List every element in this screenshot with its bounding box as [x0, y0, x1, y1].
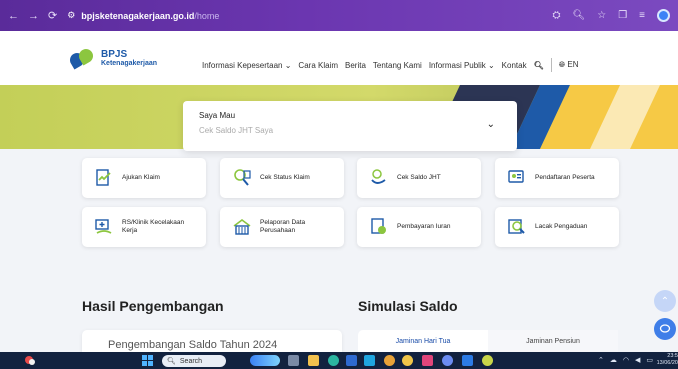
profile-avatar[interactable] — [657, 9, 670, 22]
service-label: Pembayaran Iuran — [397, 223, 451, 230]
service-label: Pelaporan Data Perusahaan — [260, 219, 306, 234]
service-rs-klinik[interactable]: RS/Klinik Kecelakaan Kerja — [82, 207, 206, 247]
menu-cara-klaim[interactable]: Cara Klaim — [298, 61, 338, 70]
menu-kontak[interactable]: Kontak — [502, 61, 527, 70]
service-label: Lacak Pengaduan — [535, 223, 588, 230]
claim-form-icon — [96, 169, 111, 186]
menu-tentang-kami[interactable]: Tentang Kami — [373, 61, 422, 70]
saya-mau-value: Cek Saldo JHT Saya — [199, 126, 274, 135]
app-icon-blue[interactable] — [442, 355, 453, 366]
taskbar-clock[interactable]: 23:5 13/06/20 — [650, 353, 678, 367]
clock-date: 13/06/20 — [656, 360, 678, 366]
app-icon-lime[interactable] — [482, 355, 493, 366]
service-pelaporan-data[interactable]: Pelaporan Data Perusahaan — [220, 207, 344, 247]
address-bar[interactable]: ⚙ bpjsketenagakerjaan.go.id/home — [67, 10, 219, 21]
track-complaint-icon — [508, 219, 525, 234]
building-icon — [233, 219, 251, 235]
development-heading: Hasil Pengembangan — [82, 298, 224, 314]
site-header: BPJS Ketenagakerjaan Informasi Kepeserta… — [0, 31, 678, 85]
service-label: Cek Saldo JHT — [397, 174, 441, 181]
extensions-icon[interactable]: ❒ — [618, 10, 627, 21]
file-explorer-icon[interactable] — [308, 355, 319, 366]
volume-icon[interactable]: ◀ — [635, 356, 640, 364]
app-icon-pink[interactable] — [422, 355, 433, 366]
reading-list-icon[interactable]: ≡ — [639, 10, 645, 21]
wifi-icon[interactable]: ◠ — [623, 356, 629, 364]
service-pembayaran-iuran[interactable]: Pembayaran Iuran — [357, 207, 481, 247]
service-pendaftaran-peserta[interactable]: Pendaftaran Peserta — [495, 158, 619, 198]
search-icon: 🔍︎ — [167, 358, 176, 365]
simulation-tabs: Jaminan Hari Tua Jaminan Pensiun — [358, 330, 618, 352]
saya-mau-dropdown[interactable]: Saya Mau Cek Saldo JHT Saya ⌄ — [183, 101, 517, 151]
chrome-icon[interactable] — [402, 355, 413, 366]
service-ajukan-klaim[interactable]: Ajukan Klaim — [82, 158, 206, 198]
url-path: /home — [194, 10, 220, 21]
clock-time: 23:5 — [667, 353, 678, 359]
reload-icon[interactable]: ⟳ — [48, 9, 57, 22]
bpjs-logo[interactable]: BPJS Ketenagakerjaan — [67, 46, 158, 70]
zoom-icon[interactable]: 🔍︎ — [573, 10, 586, 21]
chevron-up-icon: ⌃ — [660, 295, 670, 307]
chat-bubble-icon — [659, 324, 671, 333]
chat-button[interactable] — [654, 318, 676, 340]
hospital-card-icon — [95, 219, 112, 234]
service-label: Ajukan Klaim — [122, 174, 160, 181]
cloud-icon[interactable]: ☁ — [610, 356, 617, 364]
weather-widget-icon[interactable] — [22, 354, 36, 367]
simulation-heading: Simulasi Saldo — [358, 298, 458, 314]
tab-jaminan-pensiun[interactable]: Jaminan Pensiun — [488, 330, 618, 352]
browser-nav: ← → ⟳ — [8, 9, 57, 23]
app-icon-orange[interactable] — [384, 355, 395, 366]
taskbar-search[interactable]: 🔍︎ Search — [162, 355, 226, 367]
bookmark-star-icon[interactable]: ☆ — [597, 10, 606, 21]
saya-mau-label: Saya Mau — [199, 111, 236, 120]
service-label: Pendaftaran Peserta — [535, 174, 595, 181]
service-lacak-pengaduan[interactable]: Lacak Pengaduan — [495, 207, 619, 247]
store-icon[interactable] — [346, 355, 357, 366]
search-icon[interactable]: 🔍︎ — [534, 61, 544, 70]
app-icon-darkblue[interactable] — [462, 355, 473, 366]
system-tray: ⌃ ☁ ◠ ◀ ▭ — [598, 356, 653, 364]
menu-berita[interactable]: Berita — [345, 61, 366, 70]
browser-actions: ⛭ 🔍︎ ☆ ❒ ≡ — [553, 9, 670, 22]
money-hand-icon — [371, 169, 386, 184]
development-card[interactable]: Pengembangan Saldo Tahun 2024 — [82, 330, 342, 352]
windows-start-icon[interactable] — [142, 355, 153, 366]
url-domain: bpjsketenagakerjaan.go.id — [81, 10, 195, 21]
logo-line-2: Ketenagakerjaan — [101, 60, 158, 67]
browser-toolbar: ← → ⟳ ⚙ bpjsketenagakerjaan.go.id/home ⛭… — [0, 0, 678, 31]
mail-icon[interactable] — [364, 355, 375, 366]
site-settings-icon[interactable]: ⚙ — [67, 10, 75, 21]
language-label: EN — [567, 60, 579, 69]
chevron-down-icon: ⌄ — [486, 119, 495, 130]
scroll-top-button[interactable]: ⌃ — [654, 290, 676, 312]
id-card-icon — [508, 170, 524, 183]
service-cek-saldo-jht[interactable]: Cek Saldo JHT — [357, 158, 481, 198]
service-label: RS/Klinik Kecelakaan Kerja — [122, 219, 185, 234]
back-icon[interactable]: ← — [8, 10, 19, 22]
service-cek-status-klaim[interactable]: Cek Status Klaim — [220, 158, 344, 198]
service-label: Cek Status Klaim — [260, 174, 310, 181]
forward-icon[interactable]: → — [28, 10, 39, 22]
development-card-title: Pengembangan Saldo Tahun 2024 — [108, 339, 278, 351]
menu-informasi-publik[interactable]: Informasi Publik ⌄ — [429, 61, 495, 70]
payment-icon — [371, 218, 386, 234]
menu-divider — [550, 58, 552, 72]
task-view-icon[interactable] — [288, 355, 299, 366]
main-menu: Informasi Kepesertaan ⌄ Cara Klaim Berit… — [202, 58, 579, 72]
menu-informasi-kepesertaan[interactable]: Informasi Kepesertaan ⌄ — [202, 61, 291, 70]
bpjs-logo-mark-icon — [67, 46, 96, 70]
tray-overflow-icon[interactable]: ⌃ — [598, 356, 604, 364]
copilot-icon[interactable] — [250, 355, 280, 366]
search-status-icon — [234, 169, 251, 186]
globe-icon: 🌐︎ — [558, 60, 566, 69]
screen: ← → ⟳ ⚙ bpjsketenagakerjaan.go.id/home ⛭… — [0, 0, 678, 369]
taskbar-search-label: Search — [179, 357, 203, 365]
edge-browser-icon[interactable] — [328, 355, 339, 366]
translate-icon[interactable]: ⛭ — [553, 10, 561, 21]
language-switch[interactable]: 🌐︎ EN — [559, 60, 579, 70]
tab-jaminan-hari-tua[interactable]: Jaminan Hari Tua — [358, 330, 488, 352]
logo-line-1: BPJS — [101, 49, 128, 60]
windows-taskbar — [0, 352, 678, 369]
